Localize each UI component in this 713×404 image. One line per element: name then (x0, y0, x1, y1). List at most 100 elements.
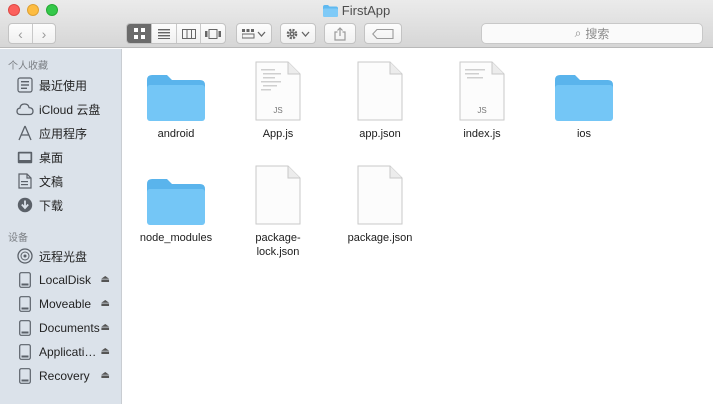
file-item-app-js[interactable]: JS App.js (227, 59, 329, 141)
sidebar: 个人收藏 最近使用 iCloud 云盘 应用程序 桌面 文稿 下载 设备 远程光… (0, 49, 122, 404)
sidebar-item-label: 下载 (39, 198, 64, 213)
desktop-icon (16, 148, 34, 166)
js-file-icon: JS (247, 59, 309, 121)
disk-icon (16, 271, 34, 289)
file-item-index-js[interactable]: JS index.js (431, 59, 533, 141)
file-name: android (157, 128, 195, 140)
toolbar: FirstApp ‹ › ⌕ 搜索 (0, 0, 713, 48)
eject-icon[interactable]: ⏏ (101, 274, 110, 285)
folder-icon (553, 59, 615, 121)
js-file-icon: JS (451, 59, 513, 121)
gallery-icon (205, 28, 222, 39)
file-item-android[interactable]: android (125, 59, 227, 141)
sidebar-item-moveable[interactable]: Moveable ⏏ (16, 294, 120, 314)
sidebar-item-remote-disc[interactable]: 远程光盘 (16, 246, 120, 266)
eject-icon[interactable]: ⏏ (101, 322, 110, 333)
tag-button[interactable] (364, 23, 402, 44)
forward-button[interactable]: › (31, 24, 55, 43)
sidebar-item-label: iCloud 云盘 (39, 102, 101, 117)
sidebar-item-label: 应用程序 (39, 126, 88, 141)
sidebar-item-desktop[interactable]: 桌面 (16, 147, 120, 167)
file-item-package-lock-json[interactable]: package-lock.json (227, 163, 329, 259)
search-icon: ⌕ (574, 26, 582, 40)
share-icon (334, 26, 346, 41)
sidebar-item-localdisk[interactable]: LocalDisk ⏏ (16, 270, 120, 290)
column-view-button[interactable] (175, 24, 201, 43)
disk-icon (16, 343, 34, 361)
file-name: package-lock.json (255, 232, 301, 258)
sidebar-item-label: Documents (39, 321, 100, 335)
finder-window: FirstApp ‹ › ⌕ 搜索 个人收藏 最近使用 iCloud 云盘 应用… (0, 0, 713, 404)
file-name: index.js (463, 128, 501, 140)
folder-icon (322, 5, 338, 17)
file-name: node_modules (139, 232, 213, 244)
sidebar-item-icloud[interactable]: iCloud 云盘 (16, 99, 120, 119)
sidebar-item-label: Moveable (39, 297, 92, 311)
js-badge: JS (477, 106, 486, 115)
chevron-right-icon: › (41, 25, 47, 42)
navigation-group: ‹ › (8, 23, 56, 44)
sidebar-item-downloads[interactable]: 下载 (16, 195, 120, 215)
file-item-package-json[interactable]: package.json (329, 163, 431, 245)
sidebar-item-label: 最近使用 (39, 78, 88, 93)
search-placeholder: 搜索 (585, 27, 610, 41)
document-icon (247, 163, 309, 225)
disk-icon (16, 319, 34, 337)
chevron-left-icon: ‹ (18, 25, 23, 42)
tag-icon (372, 28, 394, 39)
disk-icon (16, 295, 34, 313)
applications-icon (16, 124, 34, 142)
disk-icon (16, 367, 34, 385)
document-icon (349, 163, 411, 225)
js-badge: JS (273, 106, 282, 115)
sidebar-item-documents[interactable]: 文稿 (16, 171, 120, 191)
sidebar-devices-header: 设备 (8, 233, 28, 244)
folder-icon (145, 59, 207, 121)
folder-icon (145, 163, 207, 225)
recents-icon (16, 76, 34, 94)
sidebar-item-label: 远程光盘 (39, 249, 88, 264)
action-button[interactable] (280, 23, 316, 44)
arrange-button[interactable] (236, 23, 272, 44)
file-name: package.json (347, 232, 413, 244)
sidebar-item-label: LocalDisk (39, 273, 92, 287)
file-name: ios (576, 128, 592, 140)
disc-icon (16, 247, 34, 265)
sidebar-item-recents[interactable]: 最近使用 (16, 75, 120, 95)
eject-icon[interactable]: ⏏ (101, 298, 110, 309)
file-name: App.js (262, 128, 294, 140)
cloud-icon (16, 100, 34, 118)
downloads-icon (16, 196, 34, 214)
documents-icon (16, 172, 34, 190)
list-view-button[interactable] (151, 24, 176, 43)
gear-icon (286, 28, 310, 39)
view-mode-group (126, 23, 226, 44)
back-button[interactable]: ‹ (9, 24, 32, 43)
arrange-icon (242, 28, 266, 38)
sidebar-item-recovery[interactable]: Recovery ⏏ (16, 366, 120, 386)
sidebar-item-applications-volume[interactable]: Applications ⏏ (16, 342, 120, 362)
eject-icon[interactable]: ⏏ (101, 346, 110, 357)
share-button[interactable] (324, 23, 356, 44)
sidebar-item-label: 桌面 (39, 150, 64, 165)
sidebar-item-label: Recovery (39, 369, 90, 383)
sidebar-item-label: Applications (39, 345, 101, 359)
icon-view-button[interactable] (127, 24, 152, 43)
search-field[interactable]: ⌕ 搜索 (481, 23, 703, 44)
file-item-node-modules[interactable]: node_modules (125, 163, 227, 245)
sidebar-item-label: 文稿 (39, 174, 64, 189)
sidebar-item-documents-volume[interactable]: Documents ⏏ (16, 318, 120, 338)
file-browser: android JS App.js app.json JS index.js i… (123, 49, 713, 404)
sidebar-favorites-header: 个人收藏 (8, 61, 48, 72)
icon-grid-icon (133, 28, 145, 39)
sidebar-item-applications[interactable]: 应用程序 (16, 123, 120, 143)
columns-icon (181, 28, 196, 39)
window-title: FirstApp (0, 2, 713, 19)
file-item-ios[interactable]: ios (533, 59, 635, 141)
list-icon (158, 28, 171, 39)
gallery-view-button[interactable] (200, 24, 225, 43)
file-item-app-json[interactable]: app.json (329, 59, 431, 141)
eject-icon[interactable]: ⏏ (101, 370, 110, 381)
document-icon (349, 59, 411, 121)
window-title-text: FirstApp (341, 3, 391, 18)
